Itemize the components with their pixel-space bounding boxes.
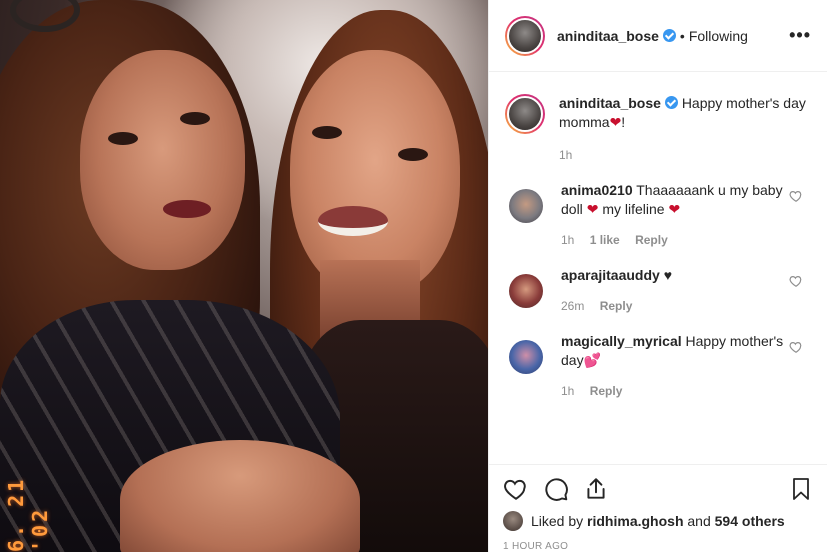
- small-heart-icon[interactable]: [789, 274, 803, 288]
- photo-eye: [398, 148, 428, 161]
- author-username[interactable]: aninditaa_bose: [557, 28, 676, 44]
- comment-likes[interactable]: 1 like: [590, 233, 620, 247]
- photo-face-left: [80, 50, 245, 270]
- comment-body: magically_myrical Happy mother's day💕 1h…: [561, 332, 789, 401]
- caption-time[interactable]: 1h: [559, 146, 811, 165]
- comment-username[interactable]: anima0210: [561, 182, 633, 198]
- liker-avatar[interactable]: [503, 511, 523, 531]
- photo-arm: [120, 440, 360, 552]
- verified-icon: [664, 96, 678, 109]
- caption-body: aninditaa_bose Happy mother's day momma❤…: [559, 94, 811, 165]
- comment-text: my lifeline: [602, 201, 665, 217]
- commenter-avatar[interactable]: [509, 340, 543, 374]
- comment-icon[interactable]: [543, 476, 569, 502]
- reply-button[interactable]: Reply: [635, 233, 668, 247]
- comment-username[interactable]: aparajitaauddy: [561, 267, 660, 283]
- liked-by-row: Liked by ridhima.ghosh and 594 others: [503, 511, 813, 531]
- post-photo[interactable]: 6. 21 '02: [0, 0, 488, 552]
- hearts-emoji: 💕: [583, 352, 602, 368]
- comment-time[interactable]: 1h: [561, 233, 574, 247]
- comment-body: anima0210 Thaaaaaank u my baby doll ❤ my…: [561, 181, 789, 250]
- caption-text-end: !: [621, 114, 626, 130]
- red-heart-emoji: ❤: [586, 201, 599, 217]
- author-username-text[interactable]: aninditaa_bose: [557, 28, 659, 44]
- comment-item: anima0210 Thaaaaaank u my baby doll ❤ my…: [505, 181, 811, 250]
- comment-item: magically_myrical Happy mother's day💕 1h…: [505, 332, 811, 401]
- comment-meta: 1h Reply: [561, 382, 789, 401]
- reply-button[interactable]: Reply: [590, 384, 623, 398]
- red-heart-emoji: ❤: [609, 114, 622, 130]
- photo-date-stamp: 6. 21 '02: [4, 476, 52, 552]
- photo-smile: [318, 206, 388, 236]
- author-avatar-image: [507, 17, 543, 54]
- action-icons: [503, 471, 813, 507]
- comment-time[interactable]: 1h: [561, 384, 574, 398]
- small-heart-icon[interactable]: [789, 189, 803, 203]
- comment-item: aparajitaauddy ♥ 26m Reply: [505, 266, 811, 316]
- verified-icon: [662, 28, 676, 42]
- comment-meta: 1h 1 like Reply: [561, 231, 789, 250]
- comment-time[interactable]: 26m: [561, 299, 584, 313]
- comment-body: aparajitaauddy ♥ 26m Reply: [561, 266, 789, 316]
- liked-by-prefix: Liked by: [531, 513, 584, 529]
- liked-by-others[interactable]: 594 others: [715, 513, 785, 529]
- more-icon[interactable]: •••: [789, 25, 811, 46]
- photo-eye: [180, 112, 210, 125]
- separator-dot: •: [679, 27, 685, 44]
- heart-outline-icon[interactable]: [503, 476, 529, 502]
- caption-avatar-image: [507, 96, 543, 132]
- commenter-avatar[interactable]: [509, 274, 543, 308]
- comment-text: ♥: [663, 267, 673, 283]
- photo-lips: [163, 200, 211, 218]
- photo-eye: [312, 126, 342, 139]
- author-avatar[interactable]: [505, 15, 545, 56]
- instagram-post: 6. 21 '02 aninditaa_bose • Following •••…: [0, 0, 827, 552]
- comment-meta: 26m Reply: [561, 297, 789, 316]
- following-button[interactable]: Following: [689, 28, 748, 44]
- reply-button[interactable]: Reply: [600, 299, 633, 313]
- post-actions: Liked by ridhima.ghosh and 594 others 1 …: [489, 464, 827, 552]
- caption-username[interactable]: aninditaa_bose: [559, 95, 661, 111]
- photo-eye: [108, 132, 138, 145]
- photo-face-right: [290, 50, 460, 295]
- caption-avatar[interactable]: [505, 94, 545, 134]
- small-heart-icon[interactable]: [789, 340, 803, 354]
- post-caption: aninditaa_bose Happy mother's day momma❤…: [505, 94, 811, 165]
- share-icon[interactable]: [583, 476, 609, 502]
- liked-by-user[interactable]: ridhima.ghosh: [587, 513, 683, 529]
- bookmark-icon[interactable]: [789, 476, 813, 502]
- post-side-panel: aninditaa_bose • Following ••• aninditaa…: [488, 0, 827, 552]
- comment-username[interactable]: magically_myrical: [561, 333, 682, 349]
- red-heart-emoji: ❤: [668, 201, 681, 217]
- post-header: aninditaa_bose • Following •••: [489, 0, 827, 72]
- liked-by-joiner: and: [687, 513, 711, 529]
- commenter-avatar[interactable]: [509, 189, 543, 223]
- post-timestamp[interactable]: 1 HOUR AGO: [503, 541, 813, 552]
- comments-section: aninditaa_bose Happy mother's day momma❤…: [489, 72, 827, 464]
